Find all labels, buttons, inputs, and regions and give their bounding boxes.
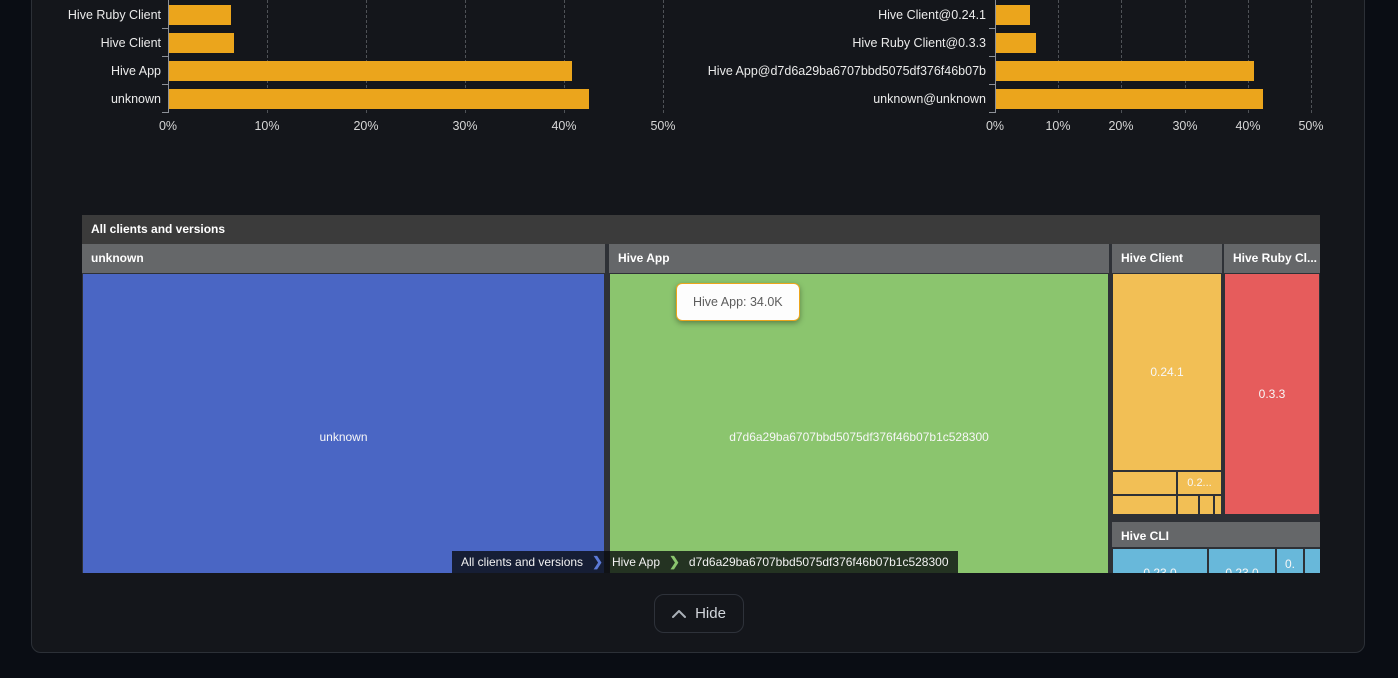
treemap-root-header[interactable]: All clients and versions	[82, 215, 1320, 244]
bar-hive-client-0-24-1[interactable]	[996, 5, 1030, 25]
treemap-block-hive-client-minor[interactable]: 0.2...	[1178, 472, 1221, 494]
chevron-right-icon: ❯	[592, 551, 603, 573]
treemap-block-hive-ruby-client-0-3-3[interactable]: 0.3.3	[1225, 274, 1319, 514]
axis-tick-label: 20%	[1099, 119, 1143, 134]
treemap-block-label: 0.24.1	[1150, 365, 1183, 379]
client-stats-dashboard: All clients and versions unknownunknownH…	[0, 0, 1398, 678]
axis-tick-label: 40%	[542, 119, 586, 134]
axis-tick	[989, 84, 995, 85]
treemap-block-hive-client-minor[interactable]	[1178, 496, 1198, 514]
treemap-group-header-hive-cli[interactable]: Hive CLI	[1112, 522, 1320, 547]
axis-tick-label: 50%	[641, 119, 685, 134]
category-label: Hive App	[30, 64, 161, 78]
bar-hive-app[interactable]	[169, 61, 572, 81]
axis-tick-label: 0%	[973, 119, 1017, 134]
treemap-block-label: 0.	[1277, 557, 1303, 571]
category-label: Hive Ruby Client	[30, 8, 161, 22]
chevron-right-icon: ❯	[669, 551, 680, 573]
breadcrumb-item[interactable]: Hive App	[603, 551, 669, 573]
bar-hive-client[interactable]	[169, 33, 234, 53]
category-label: Hive Client	[30, 36, 161, 50]
bar-hive-ruby-client[interactable]	[169, 5, 231, 25]
treemap-block-hive-client-minor[interactable]	[1113, 496, 1176, 514]
axis-tick-label: 10%	[245, 119, 289, 134]
treemap-block-label: 0.23.0	[1113, 566, 1207, 573]
axis-tick-label: 20%	[344, 119, 388, 134]
tooltip: Hive App: 34.0K	[676, 283, 800, 321]
axis-tick-label: 10%	[1036, 119, 1080, 134]
treemap-block-hive-cli-version[interactable]	[1305, 549, 1320, 573]
bar-unknown[interactable]	[169, 89, 589, 109]
treemap-block-hive-client-minor[interactable]	[1113, 472, 1176, 494]
treemap-block-hive-client-0-24-1[interactable]: 0.24.1	[1113, 274, 1221, 470]
breadcrumb-item[interactable]: All clients and versions	[452, 551, 592, 573]
category-label: unknown	[30, 92, 161, 106]
axis-tick	[162, 112, 168, 113]
treemap-block-label: 0.3.3	[1259, 387, 1286, 401]
clients-versions-treemap: All clients and versions unknownunknownH…	[82, 215, 1320, 573]
chevron-up-icon	[672, 610, 686, 618]
gridline	[1311, 0, 1312, 113]
treemap-block-hive-cli-version[interactable]: 0.23.0	[1209, 549, 1275, 573]
axis-tick	[162, 56, 168, 57]
treemap-block-label: unknown	[83, 430, 604, 444]
treemap-group-header-hive-ruby-client[interactable]: Hive Ruby Cl...	[1224, 244, 1320, 273]
axis-tick	[162, 28, 168, 29]
treemap-block-hive-client-minor[interactable]	[1200, 496, 1213, 514]
treemap-block-hive-client-minor[interactable]	[1215, 496, 1221, 514]
breadcrumb-item[interactable]: d7d6a29ba6707bbd5075df376f46b07b1c528300	[680, 551, 958, 573]
category-label: Hive App@d7d6a29ba6707bbd5075df376f46b07…	[690, 64, 986, 78]
axis-tick-label: 30%	[1163, 119, 1207, 134]
gridline	[663, 0, 664, 113]
treemap-block-label: d7d6a29ba6707bbd5075df376f46b07b1c528300	[610, 430, 1108, 444]
hide-button-label: Hide	[695, 605, 726, 622]
category-label: unknown@unknown	[690, 92, 986, 106]
treemap-block-hive-cli-version[interactable]: 0.	[1277, 549, 1303, 573]
treemap-block-hive-cli-version[interactable]: 0.23.0	[1113, 549, 1207, 573]
axis-tick	[989, 112, 995, 113]
hide-button[interactable]: Hide	[654, 594, 744, 633]
treemap-block-label: 0.2...	[1187, 477, 1211, 489]
category-label: Hive Client@0.24.1	[690, 8, 986, 22]
axis-tick	[989, 28, 995, 29]
axis-tick-label: 40%	[1226, 119, 1270, 134]
category-label: Hive Ruby Client@0.3.3	[690, 36, 986, 50]
treemap-block-label: 0.23.0	[1209, 566, 1275, 573]
treemap-breadcrumbs: All clients and versions❯Hive App❯d7d6a2…	[452, 551, 958, 573]
bar-hive-app-d7d6a29ba6707bbd5075df376f46b07b[interactable]	[996, 61, 1254, 81]
treemap-group-header-unknown[interactable]: unknown	[82, 244, 605, 273]
treemap-group-header-hive-client[interactable]: Hive Client	[1112, 244, 1222, 273]
axis-tick-label: 50%	[1289, 119, 1333, 134]
treemap-block-unknown[interactable]: unknown	[83, 274, 604, 573]
treemap-group-header-hive-app[interactable]: Hive App	[609, 244, 1109, 273]
axis-tick	[989, 56, 995, 57]
bar-unknown-unknown[interactable]	[996, 89, 1263, 109]
bar-hive-ruby-client-0-3-3[interactable]	[996, 33, 1036, 53]
axis-tick-label: 0%	[146, 119, 190, 134]
axis-tick-label: 30%	[443, 119, 487, 134]
axis-tick	[162, 84, 168, 85]
